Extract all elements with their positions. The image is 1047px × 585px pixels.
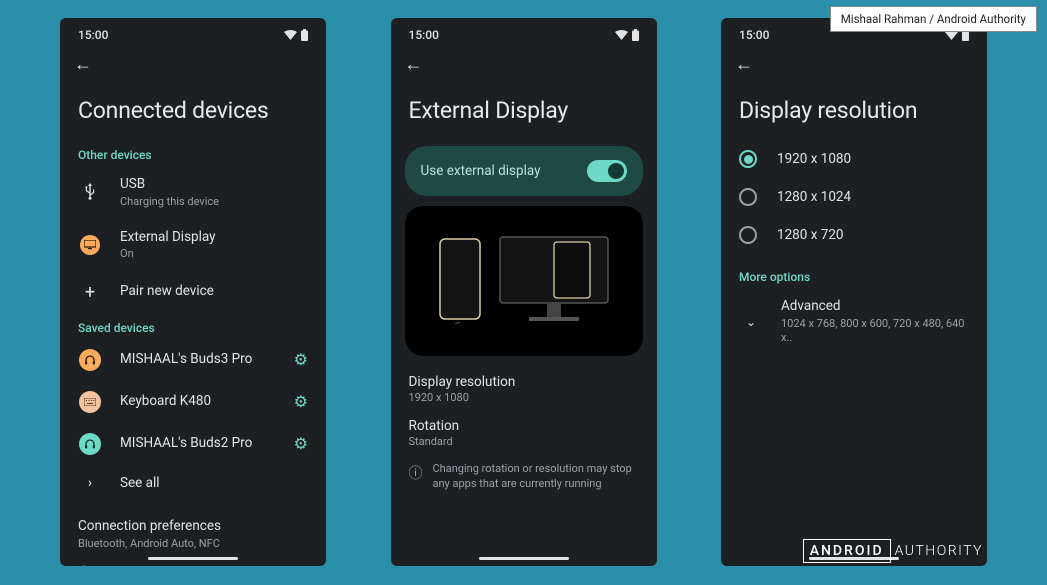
chevron-right-icon: ›: [78, 475, 102, 491]
setting-rotation[interactable]: Rotation Standard: [391, 408, 657, 452]
back-button[interactable]: ←: [405, 54, 423, 75]
prefs-title: Connection preferences: [78, 518, 308, 536]
status-bar: 15:00: [391, 18, 657, 48]
info-icon: ⓘ: [409, 463, 423, 483]
radio-label: 1280 x 1024: [777, 189, 851, 205]
gear-icon[interactable]: ⚙: [294, 350, 308, 369]
status-time: 15:00: [78, 28, 108, 42]
battery-icon: [301, 29, 308, 41]
warning-row: ⓘ Changing rotation or resolution may st…: [391, 452, 657, 502]
nav-pill[interactable]: [479, 557, 569, 560]
toggle-use-external[interactable]: Use external display: [405, 146, 643, 196]
status-icons: [284, 29, 308, 41]
device-label: MISHAAL's Buds2 Pro: [120, 435, 286, 453]
section-other-devices: Other devices: [60, 140, 326, 166]
setting-title: Rotation: [409, 418, 639, 434]
advanced-sub: 1024 x 768, 800 x 600, 720 x 480, 640 x.…: [781, 317, 969, 346]
item-sub: Charging this device: [120, 195, 308, 209]
saved-device-buds2[interactable]: MISHAAL's Buds2 Pro ⚙: [60, 423, 326, 465]
headphones-icon: [79, 433, 101, 455]
prefs-sub: Bluetooth, Android Auto, NFC: [78, 537, 308, 551]
phone-display-resolution: 15:00 ← Display resolution 1920 x 1080 1…: [721, 18, 987, 566]
page-title: Connected devices: [60, 77, 326, 140]
info-icon: ⓘ: [60, 559, 326, 566]
illustration-monitor-icon: [499, 236, 609, 326]
item-external-display[interactable]: External Display On: [60, 219, 326, 272]
back-button[interactable]: ←: [735, 54, 753, 75]
item-usb[interactable]: USB Charging this device: [60, 166, 326, 219]
item-pair-device[interactable]: + Pair new device: [60, 272, 326, 313]
radio-selected[interactable]: [739, 150, 757, 168]
watermark-rest: AUTHORITY: [895, 543, 983, 559]
chevron-down-icon: ⌄: [739, 315, 763, 329]
image-caption: Mishaal Rahman / Android Authority: [830, 6, 1037, 32]
status-time: 15:00: [409, 28, 439, 42]
toggle-label: Use external display: [421, 163, 541, 179]
see-all-label: See all: [120, 475, 308, 493]
nav-pill[interactable]: [148, 557, 238, 560]
illustration-phone-icon: [439, 238, 481, 324]
radio-unselected[interactable]: [739, 226, 757, 244]
watermark-box: ANDROID: [803, 539, 891, 563]
page-title: Display resolution: [721, 77, 987, 140]
status-time: 15:00: [739, 28, 769, 42]
device-label: MISHAAL's Buds3 Pro: [120, 351, 286, 369]
wifi-icon: [284, 30, 297, 40]
keyboard-icon: [79, 391, 101, 413]
watermark: ANDROIDAUTHORITY: [803, 543, 983, 559]
item-advanced[interactable]: ⌄ Advanced 1024 x 768, 800 x 600, 720 x …: [721, 288, 987, 355]
item-title: External Display: [120, 229, 308, 247]
item-see-all[interactable]: › See all: [60, 465, 326, 503]
phone-external-display: 15:00 ← External Display Use external di…: [391, 18, 657, 566]
gear-icon[interactable]: ⚙: [294, 434, 308, 453]
gear-icon[interactable]: ⚙: [294, 392, 308, 411]
radio-option-0[interactable]: 1920 x 1080: [721, 140, 987, 178]
monitor-icon: [78, 235, 102, 255]
device-label: Keyboard K480: [120, 393, 286, 411]
setting-value: Standard: [409, 435, 639, 448]
saved-device-keyboard[interactable]: Keyboard K480 ⚙: [60, 381, 326, 423]
section-saved-devices: Saved devices: [60, 313, 326, 339]
usb-icon: [78, 183, 102, 201]
external-display-illustration: [405, 206, 643, 356]
item-title: USB: [120, 176, 308, 194]
status-icons: [615, 29, 639, 41]
item-title: Pair new device: [120, 283, 308, 301]
section-more-options: More options: [721, 254, 987, 288]
back-button[interactable]: ←: [74, 54, 92, 75]
battery-icon: [632, 29, 639, 41]
status-bar: 15:00: [60, 18, 326, 48]
wifi-icon: [615, 30, 628, 40]
radio-label: 1920 x 1080: [777, 151, 851, 167]
radio-option-1[interactable]: 1280 x 1024: [721, 178, 987, 216]
item-sub: On: [120, 247, 308, 261]
radio-option-2[interactable]: 1280 x 720: [721, 216, 987, 254]
saved-device-buds3[interactable]: MISHAAL's Buds3 Pro ⚙: [60, 339, 326, 381]
page-title: External Display: [391, 77, 657, 140]
setting-value: 1920 x 1080: [409, 391, 639, 404]
advanced-title: Advanced: [781, 298, 969, 316]
plus-icon: +: [78, 282, 102, 303]
radio-label: 1280 x 720: [777, 227, 844, 243]
setting-title: Display resolution: [409, 374, 639, 390]
radio-unselected[interactable]: [739, 188, 757, 206]
setting-resolution[interactable]: Display resolution 1920 x 1080: [391, 364, 657, 408]
item-connection-prefs[interactable]: Connection preferences Bluetooth, Androi…: [60, 506, 326, 559]
warning-text: Changing rotation or resolution may stop…: [433, 462, 639, 492]
phone-connected-devices: 15:00 ← Connected devices Other devices …: [60, 18, 326, 566]
switch-on[interactable]: [587, 160, 627, 182]
headphones-icon: [79, 349, 101, 371]
